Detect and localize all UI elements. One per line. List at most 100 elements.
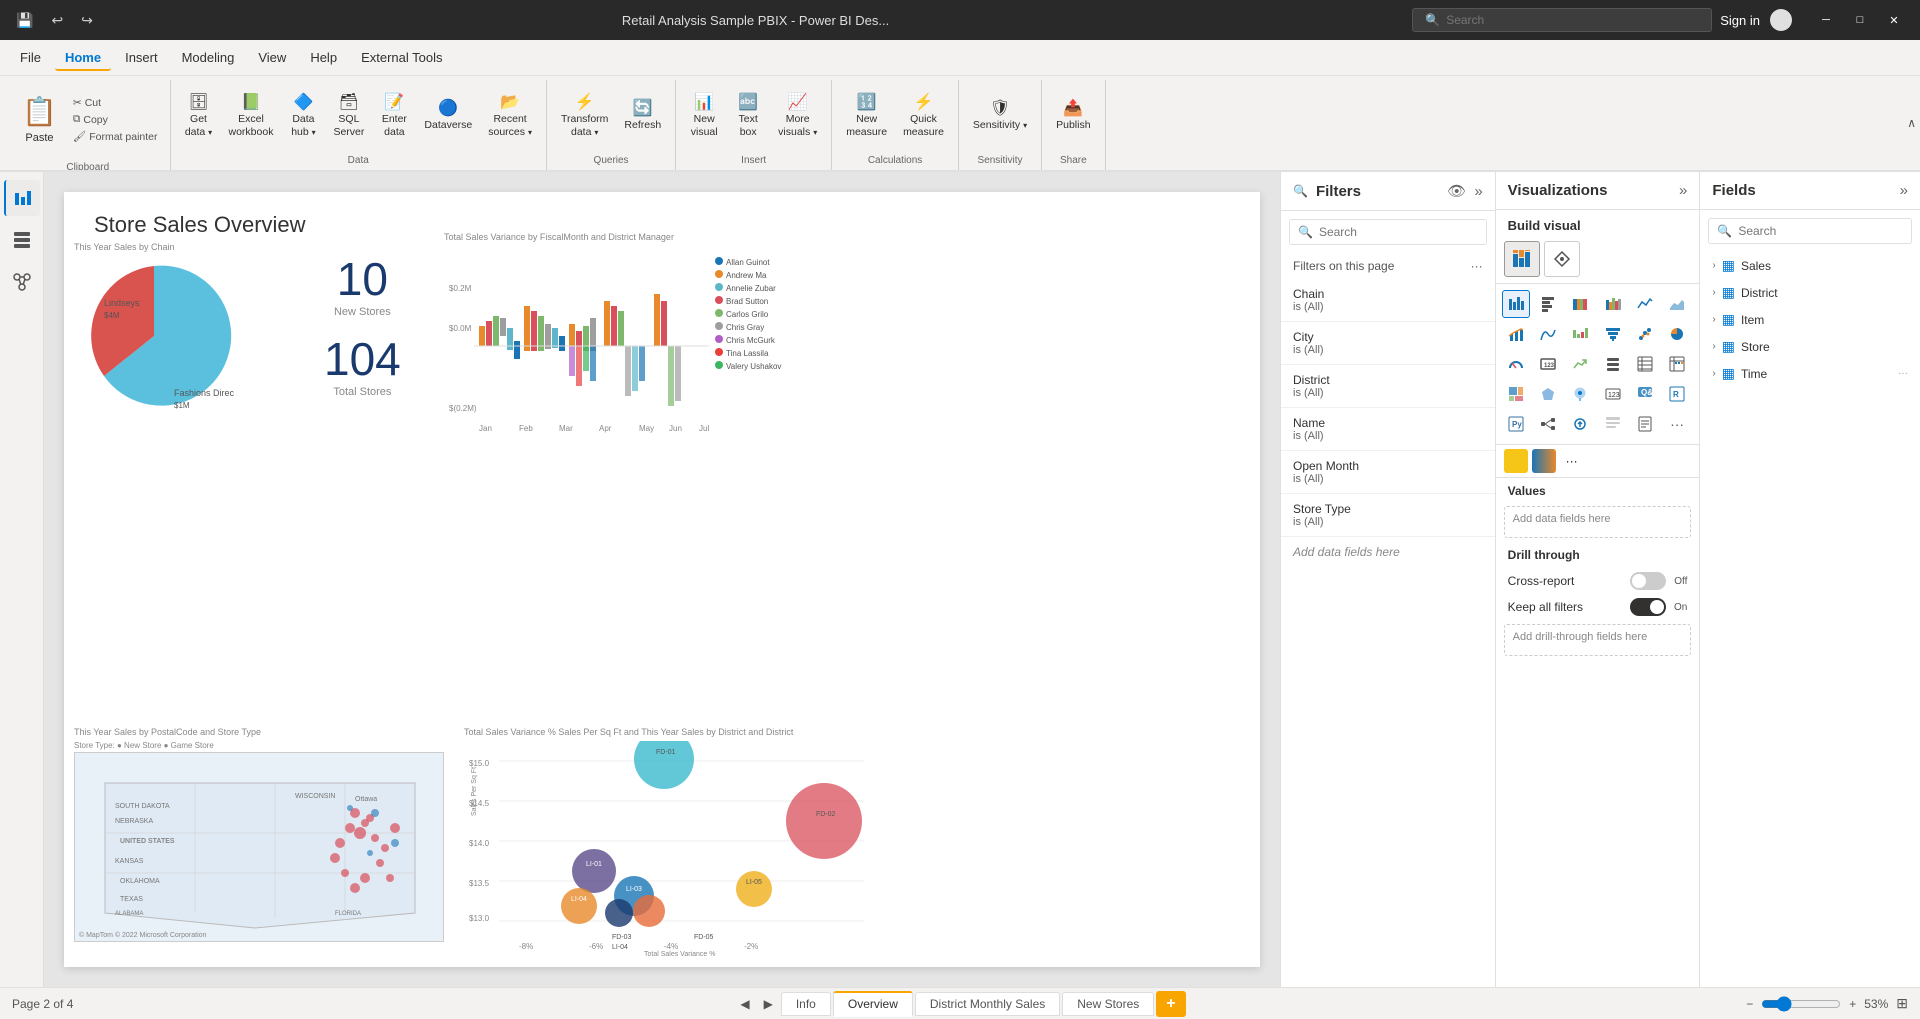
nav-data-button[interactable] [4,222,40,258]
get-data-button[interactable]: 🗄 Getdata ▾ [179,91,219,142]
viz-key-influencers[interactable] [1566,410,1594,438]
filter-item-open-month[interactable]: Open Month is (All) [1281,451,1495,494]
drill-through-drop-zone[interactable]: Add drill-through fields here [1504,624,1692,656]
viz-python[interactable]: Py [1502,410,1530,438]
values-drop-zone[interactable]: Add data fields here [1504,506,1692,538]
viz-more[interactable]: ··· [1663,410,1691,438]
palette-gradient[interactable] [1532,449,1556,473]
viz-pie[interactable] [1663,320,1691,348]
new-measure-button[interactable]: 🔢 Newmeasure [840,91,893,142]
menu-modeling[interactable]: Modeling [172,44,245,71]
filter-item-city[interactable]: City is (All) [1281,322,1495,365]
sign-in-label[interactable]: Sign in [1720,13,1760,28]
viz-funnel[interactable] [1599,320,1627,348]
viz-format-tab[interactable] [1544,241,1580,277]
menu-view[interactable]: View [248,44,296,71]
viz-qna[interactable]: Q&A [1631,380,1659,408]
dataverse-button[interactable]: 🔵 Dataverse [418,97,478,136]
menu-external-tools[interactable]: External Tools [351,44,452,71]
nav-report-button[interactable] [4,180,40,216]
transform-data-button[interactable]: ⚡ Transformdata ▾ [555,91,614,142]
field-group-item[interactable]: › ▦ Item [1700,306,1920,333]
global-search-input[interactable] [1446,13,1699,27]
more-visuals-button[interactable]: 📈 Morevisuals ▾ [772,91,823,142]
viz-narrative[interactable] [1599,410,1627,438]
cross-report-toggle-control[interactable] [1630,572,1666,590]
quick-measure-button[interactable]: ⚡ Quickmeasure [897,91,950,142]
fields-expand-icon[interactable]: » [1900,182,1908,199]
new-visual-button[interactable]: 📊 Newvisual [684,91,724,142]
viz-line-column[interactable] [1502,320,1530,348]
paste-button[interactable]: 📋 Paste [14,80,65,160]
maximize-button[interactable]: □ [1844,4,1876,36]
viz-bar-chart[interactable] [1502,290,1530,318]
zoom-minus-button[interactable]: − [1746,997,1753,1011]
user-avatar[interactable] [1770,9,1792,31]
viz-num-card[interactable]: 123 [1599,380,1627,408]
tab-prev-button[interactable]: ◀ [734,995,755,1013]
close-button[interactable]: ✕ [1878,4,1910,36]
field-group-time[interactable]: › ▦ Time ··· [1700,360,1920,387]
viz-expand-icon[interactable]: » [1679,182,1687,199]
redo-icon[interactable]: ↪ [75,8,99,33]
filter-item-store-type[interactable]: Store Type is (All) [1281,494,1495,537]
keep-filters-toggle[interactable]: On [1630,598,1687,616]
keep-filters-toggle-control[interactable] [1630,598,1666,616]
global-search-box[interactable]: 🔍 [1412,8,1712,32]
recent-sources-button[interactable]: 📂 Recentsources ▾ [482,91,538,142]
viz-paginated[interactable] [1631,410,1659,438]
field-group-district[interactable]: › ▦ District [1700,279,1920,306]
viz-stacked-bar[interactable] [1566,290,1594,318]
palette-more[interactable]: ··· [1560,449,1584,473]
excel-workbook-button[interactable]: 📗 Excelworkbook [223,91,280,142]
fit-page-button[interactable]: ⊞ [1896,995,1908,1012]
bar-chart[interactable]: Total Sales Variance by FiscalMonth and … [444,232,1260,462]
viz-table[interactable] [1631,350,1659,378]
viz-scatter[interactable] [1631,320,1659,348]
zoom-slider[interactable] [1761,996,1841,1012]
format-painter-button[interactable]: 🖌 Format painter [69,129,162,144]
fields-search-input[interactable] [1738,224,1903,238]
viz-matrix[interactable] [1663,350,1691,378]
add-page-button[interactable]: + [1156,991,1185,1017]
scatter-chart[interactable]: Total Sales Variance % Sales Per Sq Ft a… [464,727,1260,957]
undo-icon[interactable]: ↩ [45,8,69,33]
filter-item-district[interactable]: District is (All) [1281,365,1495,408]
viz-kpi[interactable] [1566,350,1594,378]
viz-area-chart[interactable] [1663,290,1691,318]
viz-filled-map[interactable] [1534,380,1562,408]
time-more-icon[interactable]: ··· [1898,368,1908,379]
field-group-sales[interactable]: › ▦ Sales [1700,252,1920,279]
cut-button[interactable]: ✂ Cut [69,96,162,110]
viz-build-tab[interactable] [1504,241,1540,277]
tab-info[interactable]: Info [781,992,831,1016]
publish-button[interactable]: 📤 Publish [1050,97,1096,136]
nav-model-button[interactable] [4,264,40,300]
viz-line-chart[interactable] [1631,290,1659,318]
viz-azure-map[interactable] [1566,380,1594,408]
filters-search-box[interactable]: 🔍 [1289,219,1487,245]
viz-treemap[interactable] [1502,380,1530,408]
filter-item-chain[interactable]: Chain is (All) [1281,279,1495,322]
filter-eye-icon[interactable]: 👁 [1447,182,1466,200]
cross-report-toggle[interactable]: Off [1630,572,1687,590]
tab-next-button[interactable]: ▶ [758,995,779,1013]
pie-chart[interactable]: This Year Sales by Chain Lindseys $4M Fa… [74,242,294,442]
viz-slicer[interactable] [1599,350,1627,378]
viz-ribbon-chart[interactable] [1534,320,1562,348]
text-box-button[interactable]: 🔤 Textbox [728,91,768,142]
menu-insert[interactable]: Insert [115,44,168,71]
viz-decomp-tree[interactable] [1534,410,1562,438]
palette-yellow[interactable] [1504,449,1528,473]
tab-overview[interactable]: Overview [833,991,913,1017]
tab-district-monthly[interactable]: District Monthly Sales [915,992,1060,1016]
map-chart[interactable]: This Year Sales by PostalCode and Store … [74,727,454,957]
filter-item-name[interactable]: Name is (All) [1281,408,1495,451]
filter-expand-icon[interactable]: » [1474,183,1482,200]
menu-home[interactable]: Home [55,44,111,71]
filters-search-input[interactable] [1319,225,1478,239]
minimize-button[interactable]: ─ [1810,4,1842,36]
viz-gauge[interactable] [1502,350,1530,378]
save-icon[interactable]: 💾 [10,8,39,33]
viz-waterfall[interactable] [1566,320,1594,348]
